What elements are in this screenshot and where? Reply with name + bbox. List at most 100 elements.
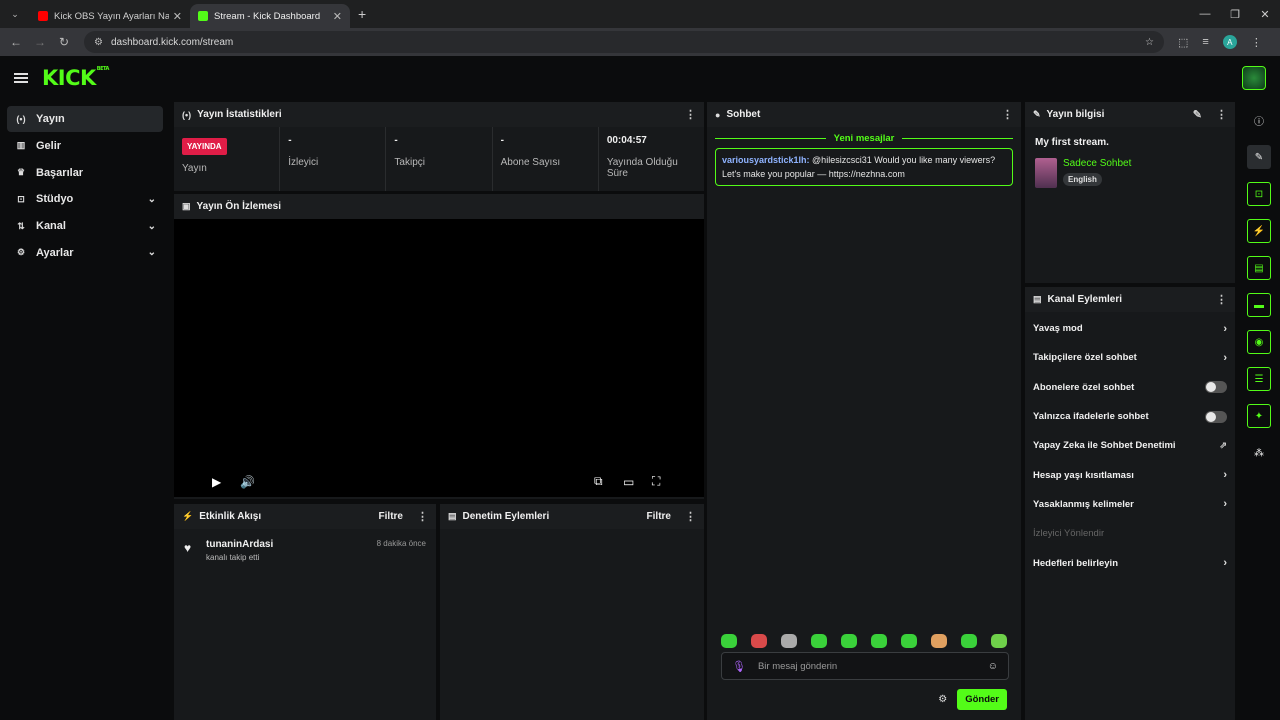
category-name[interactable]: Sadece Sohbet — [1063, 158, 1131, 169]
more-options-icon[interactable]: ⋮ — [1216, 108, 1227, 121]
bookmark-star-icon[interactable]: ☆ — [1145, 37, 1154, 48]
more-options-icon[interactable]: ⋮ — [417, 510, 428, 523]
account-avatar[interactable]: A — [1222, 35, 1237, 49]
emote-icon[interactable] — [811, 634, 827, 648]
kick-favicon-icon — [198, 11, 208, 21]
forward-icon[interactable]: → — [28, 35, 52, 49]
close-tab-icon[interactable]: ✕ — [173, 10, 182, 23]
more-options-icon[interactable]: ⋮ — [685, 108, 696, 121]
video-player[interactable]: ▶ 🔊 ⧉ ▭ ⛶ — [174, 219, 704, 497]
tab-search-chevron-icon[interactable]: ⌄ — [6, 5, 24, 23]
emote-icon[interactable] — [991, 634, 1007, 648]
hamburger-menu-icon[interactable] — [14, 73, 28, 83]
emote-icon[interactable] — [871, 634, 887, 648]
more-options-icon[interactable]: ⋮ — [685, 510, 696, 523]
stream-preview-panel: ▣ Yayın Ön İzlemesi ▶ 🔊 ⧉ ▭ ⛶ — [174, 194, 704, 499]
layout-icon[interactable]: ☰ — [1247, 367, 1271, 391]
user-avatar[interactable] — [1242, 66, 1266, 90]
document-icon[interactable]: ▤ — [1247, 256, 1271, 280]
language-badge: English — [1063, 173, 1102, 186]
emote-icon[interactable] — [721, 634, 737, 648]
browser-menu-icon[interactable]: ⋮ — [1251, 36, 1262, 49]
site-info-icon[interactable]: ⚙ — [94, 37, 103, 48]
close-tab-icon[interactable]: ✕ — [333, 10, 342, 23]
chevron-down-icon: ⌄ — [147, 193, 156, 205]
action-label: Yasaklanmış kelimeler — [1033, 498, 1134, 510]
play-icon[interactable]: ▶ — [212, 475, 221, 489]
emote-icon[interactable] — [931, 634, 947, 648]
close-window-icon[interactable]: ✕ — [1250, 0, 1280, 28]
emote-icon[interactable] — [841, 634, 857, 648]
lightning-icon[interactable]: ⚡ — [1247, 219, 1271, 243]
account-age-item[interactable]: Hesap yaşı kısıtlaması › — [1025, 460, 1235, 489]
chat-settings-gear-icon[interactable]: ⚙ — [938, 694, 947, 705]
panel-header: ⚡ Etkinlik Akışı Filtre ⋮ — [174, 504, 436, 529]
broadcast-icon: (•) — [16, 114, 26, 124]
minimize-icon[interactable]: — — [1190, 0, 1220, 28]
picture-in-picture-icon[interactable]: ⧉ — [594, 474, 603, 489]
sidebar-item-kanal[interactable]: ⇅ Kanal ⌄ — [7, 213, 163, 239]
panel-header: ● Sohbet ⋮ — [707, 102, 1021, 127]
slow-mode-item[interactable]: Yavaş mod › — [1025, 314, 1235, 343]
microphone-icon[interactable]: 🎙 — [732, 660, 746, 673]
camera-focus-icon[interactable]: ⊡ — [1247, 182, 1271, 206]
chat-message-input[interactable]: 🎙 Bir mesaj gönderin ☺ — [721, 652, 1009, 680]
url-input[interactable]: ⚙ dashboard.kick.com/stream ☆ — [84, 31, 1164, 53]
broadcast-icon[interactable]: ◉ — [1247, 330, 1271, 354]
sidebar-item-studyo[interactable]: ⊡ Stüdyo ⌄ — [7, 186, 163, 212]
more-options-icon[interactable]: ⋮ — [1216, 293, 1227, 306]
more-options-icon[interactable]: ⋮ — [1002, 108, 1013, 121]
emote-icon[interactable] — [781, 634, 797, 648]
new-messages-divider[interactable]: Yeni mesajlar — [715, 133, 1014, 144]
sidebar-item-basarilar[interactable]: ♛ Başarılar — [7, 160, 163, 186]
chat-username[interactable]: variousyardstick1lh: — [722, 155, 810, 165]
extensions-icon[interactable]: ⬚ — [1178, 36, 1188, 49]
chat-bubble-icon[interactable]: ▬ — [1247, 293, 1271, 317]
stat-subscribers: - Abone Sayısı — [493, 127, 599, 191]
list-item[interactable]: ♥ tunaninArdasi kanalı takip etti 8 daki… — [174, 529, 436, 562]
fullscreen-icon[interactable]: ⛶ — [652, 474, 660, 489]
reload-icon[interactable]: ↻ — [52, 35, 76, 49]
filter-button[interactable]: Filtre — [647, 511, 671, 522]
browser-tab-youtube[interactable]: Kick OBS Yayın Ayarları Nasıl Yapılır ✕ — [30, 4, 190, 28]
emotes-only-toggle[interactable] — [1205, 410, 1227, 423]
sidebar-item-yayin[interactable]: (•) Yayın — [7, 106, 163, 132]
new-tab-icon[interactable]: + — [358, 6, 366, 22]
add-widget-icon[interactable]: ⁂ — [1247, 441, 1271, 465]
banned-words-item[interactable]: Yasaklanmış kelimeler › — [1025, 490, 1235, 519]
emote-icon[interactable] — [961, 634, 977, 648]
volume-icon[interactable]: 🔊 — [240, 475, 255, 489]
kick-logo[interactable]: KICKBETA — [42, 66, 109, 90]
panel-header: ▤ Denetim Eylemleri Filtre ⋮ — [440, 504, 704, 529]
stat-followers: - Takipçi — [386, 127, 493, 191]
media-icon[interactable]: ≡ — [1202, 36, 1208, 48]
emoji-picker-icon[interactable]: ☺ — [988, 661, 998, 672]
send-button[interactable]: Gönder — [957, 689, 1007, 710]
sidebar-item-gelir[interactable]: ▥ Gelir — [7, 133, 163, 159]
followers-only-item[interactable]: Takipçilere özel sohbet › — [1025, 343, 1235, 372]
youtube-favicon-icon — [38, 11, 48, 21]
stream-stats-panel: (•) Yayın İstatistikleri ⋮ YAYINDA Yayın… — [174, 102, 704, 191]
back-icon[interactable]: ← — [4, 35, 28, 49]
emote-icon[interactable] — [751, 634, 767, 648]
stat-viewers: - İzleyici — [280, 127, 387, 191]
edit-pencil-icon[interactable]: ✎ — [1247, 145, 1271, 169]
sidebar-item-ayarlar[interactable]: ⚙ Ayarlar ⌄ — [7, 240, 163, 266]
emote-icon[interactable] — [901, 634, 917, 648]
wrench-icon[interactable]: ✦ — [1247, 404, 1271, 428]
chat-message: variousyardstick1lh: @hilesizcsci31 Woul… — [715, 148, 1013, 186]
theater-mode-icon[interactable]: ▭ — [623, 475, 634, 489]
ai-moderation-item[interactable]: Yapay Zeka ile Sohbet Denetimi ⇗ — [1025, 431, 1235, 460]
revenue-icon: ▥ — [16, 140, 26, 151]
browser-tab-kick[interactable]: Stream - Kick Dashboard ✕ — [190, 4, 350, 28]
edit-pencil-icon[interactable]: ✎ — [1193, 108, 1202, 121]
action-label: Hedefleri belirleyin — [1033, 557, 1119, 569]
beta-label: BETA — [96, 66, 110, 72]
filter-button[interactable]: Filtre — [379, 511, 403, 522]
gear-icon: ⚙ — [16, 247, 26, 258]
restore-icon[interactable]: ❐ — [1220, 0, 1250, 28]
subscribers-only-toggle[interactable] — [1205, 381, 1227, 394]
info-icon[interactable]: ⓘ — [1247, 108, 1271, 132]
panel-title: Etkinlik Akışı — [199, 511, 262, 522]
set-goals-item[interactable]: Hedefleri belirleyin › — [1025, 548, 1235, 577]
